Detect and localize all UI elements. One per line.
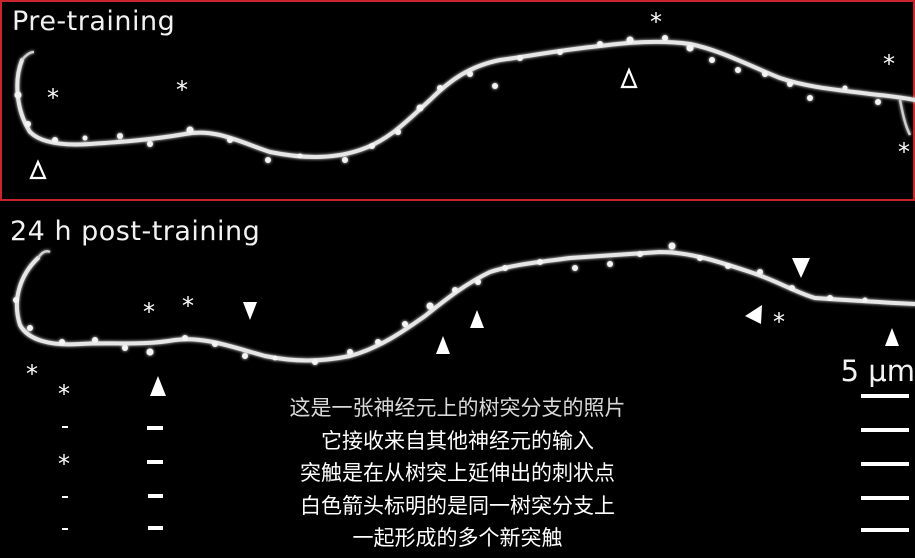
svg-text:*: * (47, 84, 59, 112)
svg-text:*: * (143, 298, 155, 326)
svg-text:*: * (26, 360, 38, 388)
svg-text:*: * (182, 292, 194, 320)
subtitle-line-3: 突触是在从树突上延伸出的刺状点 (300, 461, 615, 485)
svg-text:*: * (176, 76, 188, 104)
svg-text:*: * (650, 8, 662, 36)
subtitle-line-5: 一起形成的多个新突触 (352, 526, 563, 550)
scale-bar-label: 5 μm (840, 354, 915, 388)
svg-text:*: * (883, 50, 895, 78)
post-arrowhead-markers (150, 258, 899, 396)
svg-text:*: * (898, 138, 910, 166)
pre-dendrite (14, 35, 915, 163)
subtitle-block: 这是一张神经元上的树突分支的照片 它接收来自其他神经元的输入 突触是在从树突上延… (0, 392, 915, 555)
subtitle-line-2: 它接收来自其他神经元的输入 (321, 428, 594, 453)
pre-asterisk-markers: * * * * * (47, 8, 910, 166)
svg-text:*: * (773, 308, 785, 336)
subtitle-line-1: 这是一张神经元上的树突分支的照片 (289, 396, 626, 420)
pre-open-triangle-markers (29, 67, 638, 180)
subtitle-line-4: 白色箭头标明的是同一树突分支上 (300, 493, 615, 518)
